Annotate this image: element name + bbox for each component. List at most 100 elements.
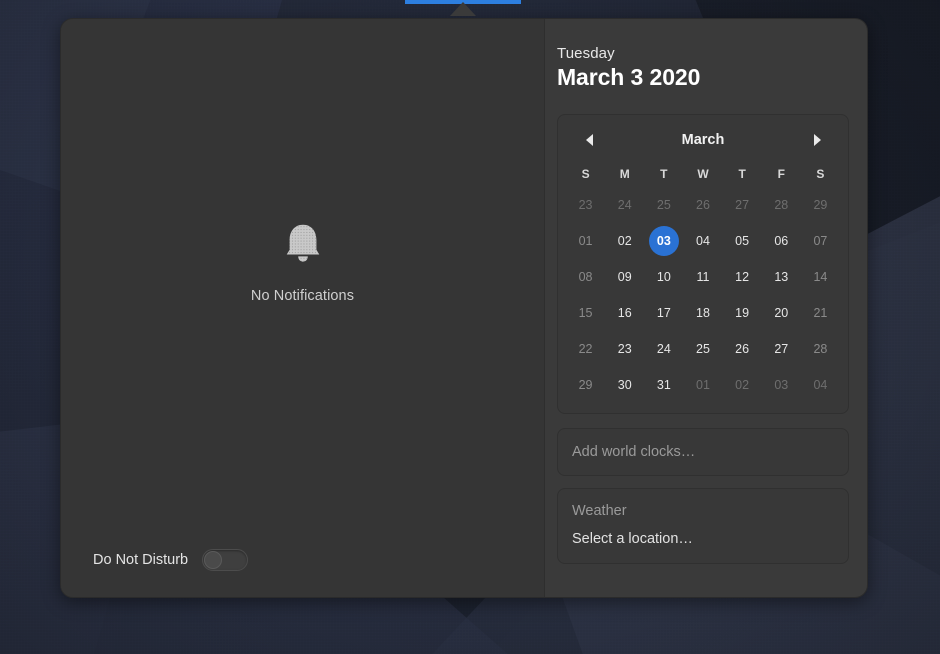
calendar-day[interactable]: 30 (605, 367, 644, 403)
calendar-day-label: 03 (766, 370, 796, 400)
do-not-disturb-toggle[interactable] (202, 549, 248, 571)
calendar-day-label: 22 (571, 334, 601, 364)
calendar-dow-header-3: W (683, 155, 722, 187)
calendar-day-label: 14 (805, 262, 835, 292)
weather-select-location-label[interactable]: Select a location… (572, 531, 834, 547)
desktop-background: No Notifications Do Not Disturb Tuesday … (0, 0, 940, 654)
calendar-day[interactable]: 22 (566, 331, 605, 367)
calendar-day[interactable]: 24 (605, 187, 644, 223)
calendar-day-label: 18 (688, 298, 718, 328)
calendar-day[interactable]: 03 (762, 367, 801, 403)
calendar-day[interactable]: 25 (683, 331, 722, 367)
calendar-day-selected[interactable]: 03 (644, 223, 683, 259)
calendar-day-label: 01 (688, 370, 718, 400)
previous-month-button[interactable] (576, 127, 602, 153)
calendar-day[interactable]: 04 (683, 223, 722, 259)
calendar-day[interactable]: 01 (566, 223, 605, 259)
calendar-day-label: 02 (610, 226, 640, 256)
calendar-day-label: 04 (688, 226, 718, 256)
calendar-grid: SMTWTFS232425262728290102030405060708091… (564, 155, 842, 403)
calendar-day[interactable]: 25 (644, 187, 683, 223)
calendar-day[interactable]: 07 (801, 223, 840, 259)
current-weekday-label: Tuesday (557, 45, 849, 62)
calendar-day-label: 08 (571, 262, 601, 292)
calendar-day-label: 11 (688, 262, 718, 292)
calendar-day[interactable]: 01 (683, 367, 722, 403)
calendar-day-label: 25 (688, 334, 718, 364)
calendar-day[interactable]: 05 (723, 223, 762, 259)
calendar-day-label: 21 (805, 298, 835, 328)
do-not-disturb-toggle-knob (204, 551, 222, 569)
calendar-day-label: 28 (805, 334, 835, 364)
calendar-day[interactable]: 24 (644, 331, 683, 367)
calendar-dow-header-4: T (723, 155, 762, 187)
calendar-day-label: 17 (649, 298, 679, 328)
calendar-day[interactable]: 23 (566, 187, 605, 223)
calendar-dow-header-6: S (801, 155, 840, 187)
calendar-day[interactable]: 28 (762, 187, 801, 223)
calendar-day-label: 15 (571, 298, 601, 328)
calendar-day[interactable]: 26 (683, 187, 722, 223)
calendar-day-label: 23 (610, 334, 640, 364)
calendar-day[interactable]: 28 (801, 331, 840, 367)
calendar-day[interactable]: 18 (683, 295, 722, 331)
calendar-dow-header-5: F (762, 155, 801, 187)
next-month-button[interactable] (804, 127, 830, 153)
calendar-day[interactable]: 26 (723, 331, 762, 367)
calendar-day[interactable]: 13 (762, 259, 801, 295)
calendar-day[interactable]: 20 (762, 295, 801, 331)
do-not-disturb-label: Do Not Disturb (93, 552, 188, 568)
calendar-day-label: 12 (727, 262, 757, 292)
calendar-widget: March SMTWTFS232425262728290102030405060… (557, 114, 849, 414)
calendar-day[interactable]: 09 (605, 259, 644, 295)
calendar-day[interactable]: 12 (723, 259, 762, 295)
calendar-day-label: 27 (727, 190, 757, 220)
calendar-day-label: 10 (649, 262, 679, 292)
calendar-day-label: 29 (571, 370, 601, 400)
calendar-day[interactable]: 29 (801, 187, 840, 223)
calendar-day[interactable]: 14 (801, 259, 840, 295)
calendar-day-label: 07 (805, 226, 835, 256)
calendar-day-label: 29 (805, 190, 835, 220)
calendar-day-label: 09 (610, 262, 640, 292)
calendar-dow-header-2: T (644, 155, 683, 187)
calendar-dow-header-1: M (605, 155, 644, 187)
world-clocks-widget[interactable]: Add world clocks… (557, 428, 849, 476)
calendar-day-label: 26 (688, 190, 718, 220)
calendar-day[interactable]: 16 (605, 295, 644, 331)
calendar-day[interactable]: 23 (605, 331, 644, 367)
calendar-day[interactable]: 10 (644, 259, 683, 295)
calendar-day[interactable]: 04 (801, 367, 840, 403)
chevron-left-icon (586, 134, 593, 146)
calendar-day[interactable]: 06 (762, 223, 801, 259)
calendar-day-label: 24 (610, 190, 640, 220)
calendar-day[interactable]: 31 (644, 367, 683, 403)
calendar-day[interactable]: 27 (762, 331, 801, 367)
calendar-day[interactable]: 02 (605, 223, 644, 259)
bell-icon (280, 220, 326, 266)
calendar-day[interactable]: 21 (801, 295, 840, 331)
calendar-day-label: 04 (805, 370, 835, 400)
calendar-day[interactable]: 19 (723, 295, 762, 331)
calendar-day[interactable]: 08 (566, 259, 605, 295)
weather-widget[interactable]: Weather Select a location… (557, 488, 849, 564)
calendar-day[interactable]: 29 (566, 367, 605, 403)
add-world-clocks-label: Add world clocks… (572, 444, 834, 460)
no-notifications-label: No Notifications (251, 288, 354, 304)
calendar-day-label: 23 (571, 190, 601, 220)
calendar-day[interactable]: 27 (723, 187, 762, 223)
calendar-day-label: 16 (610, 298, 640, 328)
calendar-day[interactable]: 02 (723, 367, 762, 403)
calendar-day[interactable]: 17 (644, 295, 683, 331)
calendar-dow-header-0: S (566, 155, 605, 187)
calendar-day[interactable]: 15 (566, 295, 605, 331)
chevron-right-icon (814, 134, 821, 146)
calendar-day-label: 31 (649, 370, 679, 400)
calendar-day-label: 05 (727, 226, 757, 256)
weather-title: Weather (572, 503, 834, 519)
calendar-month-label: March (682, 132, 725, 148)
calendar-day-label: 24 (649, 334, 679, 364)
calendar-day-label: 02 (727, 370, 757, 400)
do-not-disturb-row: Do Not Disturb (61, 549, 544, 597)
calendar-day[interactable]: 11 (683, 259, 722, 295)
